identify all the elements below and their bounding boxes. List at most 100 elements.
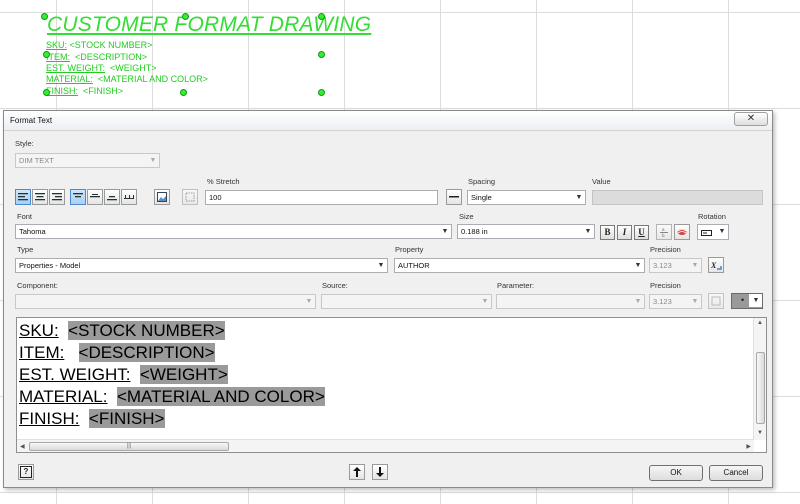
drawing-line-finish[interactable]: FINISH: <FINISH> [46,86,123,96]
chevron-down-icon: ▼ [575,194,583,201]
align-left-button[interactable] [15,189,31,205]
drawing-line-item[interactable]: ITEM: <DESCRIPTION> [46,52,147,62]
style-select[interactable]: DIM TEXT ▼ [15,153,160,168]
precision-value: 3.123 [653,297,672,306]
grip-handle[interactable] [182,13,189,20]
text-color-button[interactable] [674,224,690,240]
text-editor[interactable]: SKU: <STOCK NUMBER> ITEM: <DESCRIPTION> … [16,317,767,453]
drawing-line-weight[interactable]: EST. WEIGHT: <WEIGHT> [46,63,157,73]
component-label: Component: [17,281,58,290]
editor-field-value[interactable]: <MATERIAL AND COLOR> [116,387,325,406]
dialog-titlebar[interactable]: Format Text ✕ [4,111,772,131]
font-select[interactable]: Tahoma ▼ [15,224,452,239]
component-select[interactable]: ▼ [15,294,316,309]
grip-handle[interactable] [43,51,50,58]
bold-button[interactable]: B [600,225,615,240]
drawing-label: FINISH: [46,86,79,96]
chevron-down-icon: ▼ [441,228,449,235]
editor-gap [79,409,88,428]
value-input[interactable] [592,190,763,205]
size-select[interactable]: 0.188 in ▼ [457,224,595,239]
chevron-down-icon: ▼ [377,262,385,269]
chevron-down-icon: ▼ [149,157,157,164]
close-button[interactable]: ✕ [734,112,768,126]
drawing-value: <WEIGHT> [110,63,157,73]
stretch-input[interactable]: 100 [205,190,438,205]
align-right-button[interactable] [49,189,65,205]
valign-middle-button[interactable] [87,189,103,205]
grip-handle[interactable] [318,89,325,96]
property-select[interactable]: AUTHOR ▼ [394,258,645,273]
rotation-select[interactable]: ▼ [697,224,729,240]
valign-middle-icon [90,194,100,198]
grip-handle[interactable] [318,51,325,58]
italic-button[interactable]: I [617,225,632,240]
dots-icon [124,195,134,199]
ok-button[interactable]: OK [649,465,703,481]
drawing-value: <STOCK NUMBER> [69,40,153,50]
grip-handle[interactable] [180,89,187,96]
scroll-thumb[interactable]: ||| [29,442,229,451]
style-label: Style: [15,139,34,148]
align-center-icon [35,193,45,201]
cancel-button[interactable]: Cancel [709,465,763,481]
editor-key: EST. WEIGHT: [19,365,131,384]
editor-gap [130,365,139,384]
chevron-down-icon: ▼ [691,298,699,305]
symbol-select[interactable]: • ▼ [731,293,763,309]
drawing-line-sku[interactable]: SKU: <STOCK NUMBER> [46,40,152,50]
scroll-down-icon[interactable]: ▼ [757,430,763,436]
grip-handle[interactable] [43,89,50,96]
chevron-down-icon: ▼ [718,228,726,235]
spacing-toggle-button[interactable] [446,189,462,205]
editor-gap [107,387,116,406]
insert-image-button[interactable] [154,189,170,205]
drawing-canvas: CUSTOMER FORMAT DRAWING SKU: <STOCK NUMB… [0,0,371,110]
size-value: 0.188 in [461,227,488,236]
valign-bottom-button[interactable] [104,189,120,205]
add-parameter-button[interactable]: X [708,257,724,273]
drawing-value: <FINISH> [83,86,124,96]
scroll-right-icon[interactable]: ▶ [746,443,751,450]
precision-select[interactable]: 3.123 ▼ [649,294,702,309]
stack-text-button[interactable]: ab [656,224,672,240]
line-spacing-button[interactable] [121,189,137,205]
editor-line: ITEM: <DESCRIPTION> [19,342,215,364]
source-select[interactable]: ▼ [321,294,492,309]
fit-text-button[interactable] [182,189,198,205]
fraction-icon: ab [660,227,668,237]
editor-field-value[interactable]: <STOCK NUMBER> [68,321,225,340]
scroll-left-icon[interactable]: ◀ [20,443,25,450]
editor-field-value[interactable]: <WEIGHT> [139,365,228,384]
stretch-label: % Stretch [207,177,240,186]
valign-top-button[interactable] [70,189,86,205]
parameter-label: Parameter: [497,281,535,290]
drawing-label: EST. WEIGHT: [46,63,106,73]
drawing-label: SKU: [46,40,68,50]
align-center-button[interactable] [32,189,48,205]
parameter-select[interactable]: ▼ [496,294,645,309]
scroll-up-icon[interactable]: ▲ [757,320,763,326]
drawing-value: <DESCRIPTION> [75,52,148,62]
editor-field-value[interactable]: <FINISH> [88,409,165,428]
underline-button[interactable]: U [634,225,649,240]
precision-label: Precision [650,245,681,254]
grip-handle[interactable] [41,13,48,20]
type-select[interactable]: Properties - Model ▼ [15,258,388,273]
spacing-select[interactable]: Single ▼ [467,190,586,205]
drawing-line-material[interactable]: MATERIAL: <MATERIAL AND COLOR> [46,74,208,84]
spacing-label: Spacing [468,177,496,186]
vertical-scrollbar[interactable]: ▲ ▼ [753,318,766,440]
move-up-button[interactable] [349,464,365,480]
add-symbol-button[interactable] [708,293,724,309]
editor-field-value[interactable]: <DESCRIPTION> [78,343,215,362]
scroll-thumb[interactable] [756,352,765,424]
help-button[interactable]: ? [18,464,34,480]
symbol-dot-icon: • [741,295,745,305]
precision-select[interactable]: 3.123 ▼ [649,258,702,273]
horizontal-scrollbar[interactable]: ◀ ||| ▶ [17,439,754,452]
move-down-button[interactable] [372,464,388,480]
grip-handle[interactable] [318,13,325,20]
insert-parameter-icon: X [711,261,722,270]
editor-key: MATERIAL: [19,387,108,406]
